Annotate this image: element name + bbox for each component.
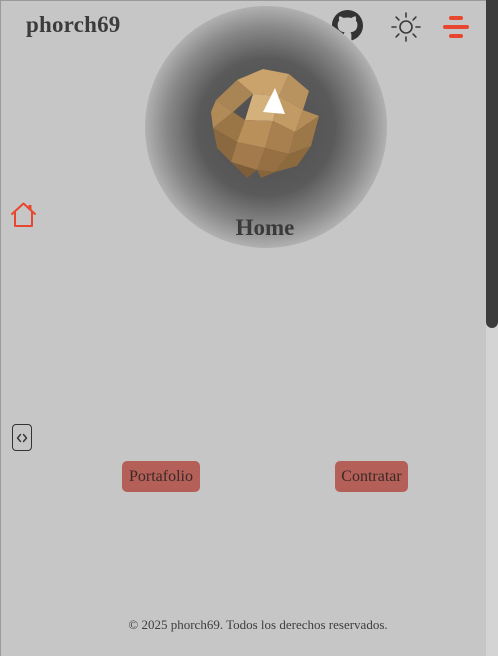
hire-button[interactable]: Contratar xyxy=(335,461,408,492)
frame-border-left xyxy=(0,0,1,656)
globe-graphic xyxy=(211,69,319,178)
site-title[interactable]: phorch69 xyxy=(26,12,120,38)
footer-copyright: © 2025 phorch69. Todos los derechos rese… xyxy=(128,617,388,632)
home-icon xyxy=(11,202,36,227)
portfolio-button[interactable]: Portafolio xyxy=(122,461,200,492)
hamburger-menu-icon xyxy=(443,16,469,38)
page-title: Home xyxy=(235,215,295,240)
sidebar-item-code[interactable] xyxy=(12,424,32,451)
sun-icon xyxy=(391,12,421,42)
menu-button[interactable] xyxy=(441,13,471,43)
code-icon xyxy=(16,433,28,442)
frame-border-top xyxy=(0,0,498,1)
theme-toggle-button[interactable] xyxy=(390,11,422,43)
sidebar-item-home[interactable] xyxy=(9,200,38,229)
scrollbar-thumb[interactable] xyxy=(486,0,498,328)
